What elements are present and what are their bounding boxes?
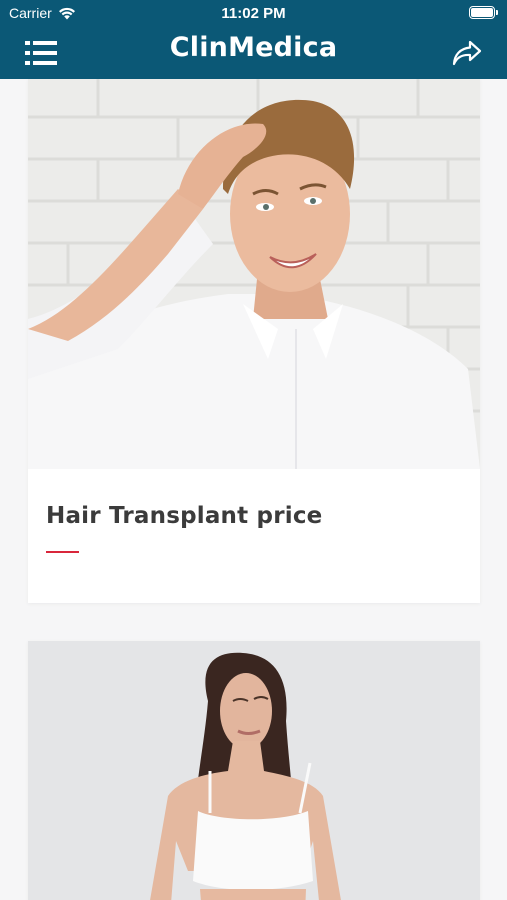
share-icon: [452, 40, 482, 66]
navigation-bar: ClinMedica: [0, 26, 507, 79]
article-title[interactable]: Hair Transplant price: [46, 503, 322, 529]
woman-body-photo: [28, 641, 480, 900]
status-bar: Carrier 11:02 PM: [0, 0, 507, 26]
app-header-bar: Carrier 11:02 PM ClinMedica: [0, 0, 507, 79]
man-hair-photo: [28, 79, 480, 469]
article-image[interactable]: [28, 641, 480, 900]
status-time: 11:02 PM: [221, 5, 286, 22]
article-image[interactable]: [28, 79, 480, 469]
article-card[interactable]: Hair Transplant price: [28, 79, 480, 603]
battery-icon: [469, 6, 498, 19]
article-card[interactable]: [28, 641, 480, 900]
article-feed[interactable]: Hair Transplant price: [0, 79, 507, 900]
app-title: ClinMedica: [169, 32, 338, 63]
title-accent-rule: [46, 551, 79, 553]
share-button[interactable]: [451, 38, 483, 68]
